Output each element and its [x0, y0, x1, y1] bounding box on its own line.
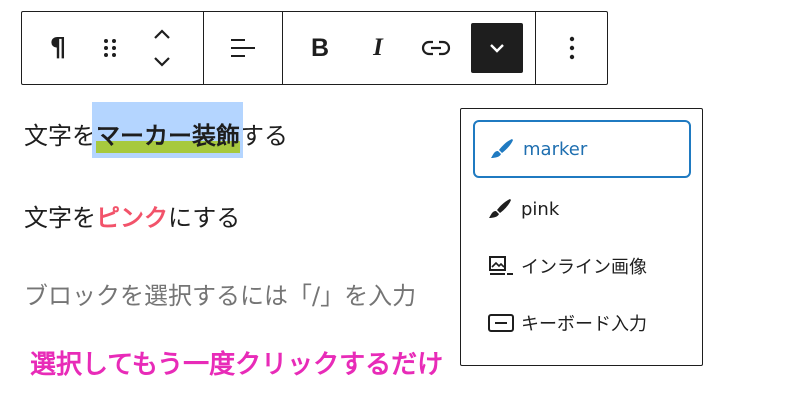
bold-icon: B: [310, 33, 330, 62]
link-icon: [421, 40, 451, 56]
text-after: にする: [168, 204, 241, 232]
annotation-text: 選択してもう一度クリックするだけ: [30, 350, 444, 380]
dropdown-active-bg: [471, 23, 523, 73]
block-toolbar: ¶ B I: [21, 11, 608, 85]
menu-item-keyboard-input[interactable]: キーボード入力: [473, 294, 691, 352]
drag-handle[interactable]: [84, 12, 136, 84]
menu-item-pink[interactable]: pink: [473, 180, 691, 238]
more-vertical-icon: [569, 36, 574, 60]
paragraph-marker[interactable]: 文字を マーカー装飾する: [24, 102, 288, 158]
pink-text: ピンク: [96, 204, 168, 232]
more-formats-dropdown-button[interactable]: [465, 12, 523, 84]
move-up-down-button[interactable]: [136, 12, 188, 84]
menu-item-label: キーボード入力: [521, 314, 647, 335]
paragraph-icon: ¶: [49, 33, 67, 63]
bold-button[interactable]: B: [291, 12, 349, 84]
text-after: する: [240, 122, 288, 150]
format-group: B I: [282, 12, 535, 84]
format-dropdown-menu: marker pink インライン画像 キーボード入力: [460, 108, 703, 366]
link-button[interactable]: [407, 12, 465, 84]
marker-highlighted-text[interactable]: マーカー装飾: [92, 102, 243, 158]
italic-icon: I: [373, 34, 383, 61]
text-before: 文字を: [24, 122, 96, 150]
menu-item-inline-image[interactable]: インライン画像: [473, 237, 691, 295]
options-button[interactable]: [536, 12, 607, 84]
menu-item-marker[interactable]: marker: [473, 120, 691, 178]
drag-handle-icon: [104, 39, 116, 57]
paragraph-pink[interactable]: 文字をピンクにする: [24, 198, 240, 233]
italic-button[interactable]: I: [349, 12, 407, 84]
text-before: 文字を: [24, 204, 96, 232]
options-group: [535, 12, 607, 84]
menu-item-label: pink: [521, 198, 560, 220]
block-controls-group: ¶: [22, 12, 203, 84]
move-up-down-icon: [154, 29, 170, 67]
inline-image-icon: [487, 254, 521, 278]
alignment-group: [203, 12, 282, 84]
align-button[interactable]: [204, 12, 282, 84]
block-placeholder[interactable]: ブロックを選択するには「/」を入力: [24, 276, 416, 311]
paragraph-block-button[interactable]: ¶: [32, 12, 84, 84]
keyboard-input-icon: [487, 312, 521, 334]
align-left-icon: [231, 39, 255, 57]
menu-item-label: marker: [523, 138, 588, 160]
menu-item-label: インライン画像: [521, 257, 647, 278]
brush-icon: [487, 197, 521, 221]
brush-icon: [489, 137, 523, 161]
chevron-down-icon: [490, 44, 504, 53]
